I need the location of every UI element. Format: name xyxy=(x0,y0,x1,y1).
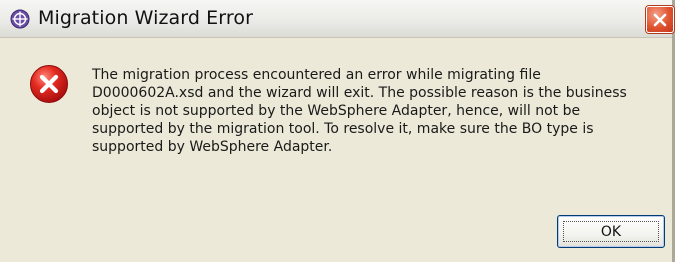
ok-button[interactable]: OK xyxy=(557,215,665,248)
ok-button-label: OK xyxy=(600,224,622,240)
wizard-icon xyxy=(10,9,30,29)
close-button[interactable] xyxy=(646,6,674,33)
error-dialog: Migration Wizard Error The migration pro… xyxy=(0,0,675,262)
dialog-title: Migration Wizard Error xyxy=(38,7,253,29)
error-icon xyxy=(29,64,69,104)
title-bar[interactable]: Migration Wizard Error xyxy=(0,0,674,38)
error-message: The migration process encountered an err… xyxy=(92,67,627,155)
dialog-body: The migration process encountered an err… xyxy=(0,38,672,262)
close-icon xyxy=(653,13,667,27)
